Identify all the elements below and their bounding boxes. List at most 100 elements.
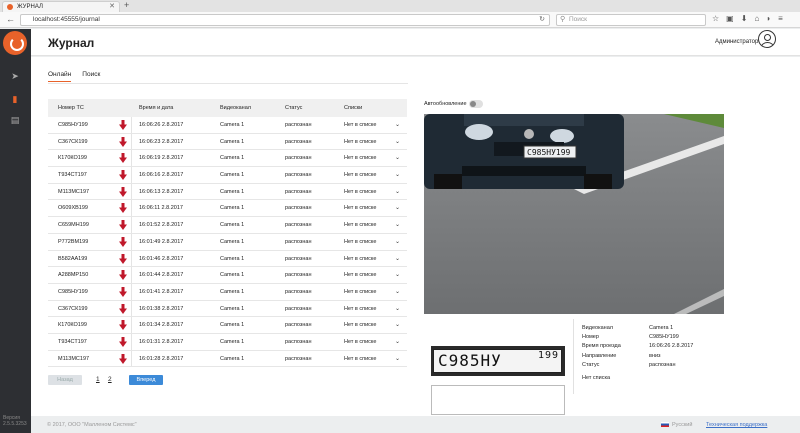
column-divider xyxy=(131,183,132,200)
cell-camera: Camera 1 xyxy=(220,305,245,312)
detail-value: распознан xyxy=(649,361,676,368)
sidebar-item-lists[interactable]: ▤ xyxy=(9,114,21,126)
menu-icon[interactable]: ≡ xyxy=(778,14,783,23)
table-row[interactable]: К170КО199 16:01:34 2.8.2017 Camera 1 распоз… xyxy=(48,317,407,334)
logo xyxy=(3,31,27,55)
cell-time: 16:06:26 2.8.2017 xyxy=(139,122,184,128)
chevron-down-icon[interactable]: ⌄ xyxy=(395,351,400,367)
cell-camera: Camera 1 xyxy=(220,172,245,179)
chevron-down-icon[interactable]: ⌄ xyxy=(395,301,400,317)
cell-status: распознан xyxy=(285,138,312,145)
next-button[interactable]: Вперед xyxy=(129,375,163,385)
user-name[interactable]: Администратор xyxy=(715,39,758,45)
table-row[interactable]: М113МС197 16:06:13 2.8.2017 Camera 1 распоз… xyxy=(48,183,407,201)
page-header: Журнал Администратор xyxy=(31,29,800,56)
footer: © 2017, ООО "Малленом Системс" Русский Т… xyxy=(31,416,800,433)
cell-status: распознан xyxy=(285,238,312,245)
cell-status: распознан xyxy=(285,322,312,329)
chevron-down-icon[interactable]: ⌄ xyxy=(395,184,400,200)
table-row[interactable]: В582АА199 16:01:46 2.8.2017 Camera 1 распоз… xyxy=(48,250,407,268)
chevron-down-icon[interactable]: ⌄ xyxy=(395,234,400,250)
table-row[interactable]: А288МР150 16:01:44 2.8.2017 Camera 1 распоз… xyxy=(48,267,407,284)
star-icon[interactable]: ☆ xyxy=(712,14,719,23)
column-lists: Списки xyxy=(344,105,363,111)
browser-tab[interactable]: ЖУРНАЛ ✕ xyxy=(2,1,120,12)
table-header: Номер ТС Время и дата Видеоканал Статус … xyxy=(48,99,407,117)
browser-search-input[interactable]: ⚲ Поиск xyxy=(556,14,706,26)
reload-icon[interactable]: ↻ xyxy=(539,15,545,25)
cell-status: распознан xyxy=(285,305,312,312)
sidebar-item-routes[interactable]: ➤ xyxy=(9,70,21,82)
cell-time: 16:01:41 2.8.2017 xyxy=(139,288,184,295)
tab-online[interactable]: Онлайн xyxy=(48,71,72,82)
cell-time: 16:01:49 2.8.2017 xyxy=(139,238,184,245)
cell-list: Нет в списке xyxy=(344,188,377,195)
chevron-down-icon[interactable]: ⌄ xyxy=(395,334,400,350)
browser-tabbar: ЖУРНАЛ ✕ + xyxy=(0,0,800,12)
table-row[interactable]: М113МС197 16:01:28 2.8.2017 Camera 1 распоз… xyxy=(48,350,407,368)
column-divider xyxy=(131,267,132,283)
chevron-down-icon[interactable]: ⌄ xyxy=(395,117,400,133)
close-tab-icon[interactable]: ✕ xyxy=(109,2,115,12)
cell-list: Нет в списке xyxy=(344,222,377,229)
user-avatar-icon[interactable] xyxy=(758,30,776,48)
address-bar[interactable]: localhost:45555/journal ↻ xyxy=(20,14,550,26)
page-link-2[interactable]: 2 xyxy=(108,375,112,385)
toolbar-icons: ☆ ▣ ⬇ ⌂ ◗ ≡ xyxy=(712,14,783,23)
chevron-down-icon[interactable]: ⌄ xyxy=(395,150,400,166)
cell-camera: Camera 1 xyxy=(220,272,245,279)
cell-time: 16:01:44 2.8.2017 xyxy=(139,272,184,279)
arrow-down-icon xyxy=(119,170,127,181)
auto-update-toggle[interactable] xyxy=(469,100,483,108)
chevron-down-icon[interactable]: ⌄ xyxy=(395,134,400,150)
sidebar-item-journal[interactable]: ▮ xyxy=(9,93,21,105)
cell-list: Нет в списке xyxy=(344,122,377,128)
cell-status: распознан xyxy=(285,172,312,179)
column-divider xyxy=(131,133,132,150)
table-row[interactable]: С659МН199 16:01:52 2.8.2017 Camera 1 распоз… xyxy=(48,217,407,234)
table-row[interactable]: К170КО199 16:06:19 2.8.2017 Camera 1 распоз… xyxy=(48,150,407,168)
cell-list: Нет в списке xyxy=(344,138,377,145)
chevron-down-icon[interactable]: ⌄ xyxy=(395,284,400,300)
language-selector[interactable]: Русский xyxy=(661,422,692,428)
chevron-down-icon[interactable]: ⌄ xyxy=(395,317,400,333)
chevron-down-icon[interactable]: ⌄ xyxy=(395,167,400,183)
column-camera: Видеоканал xyxy=(220,105,251,111)
page-link-1[interactable]: 1 xyxy=(96,375,100,385)
download-icon[interactable]: ⬇ xyxy=(741,14,748,23)
detail-label: Нет списка xyxy=(582,375,611,381)
table-row[interactable]: С985НУ199 16:01:41 2.8.2017 Camera 1 распоз… xyxy=(48,283,407,301)
chevron-down-icon[interactable]: ⌄ xyxy=(395,267,400,283)
chevron-down-icon[interactable]: ⌄ xyxy=(395,251,400,267)
table-row[interactable]: Т934СТ197 16:01:31 2.8.2017 Camera 1 распоз… xyxy=(48,333,407,351)
chevron-down-icon[interactable]: ⌄ xyxy=(395,200,400,216)
tab-search[interactable]: Поиск xyxy=(82,71,100,82)
back-icon[interactable]: ← xyxy=(6,14,15,24)
support-link[interactable]: Техническая поддержка xyxy=(706,422,767,428)
cell-plate: С985НУ199 xyxy=(58,122,88,128)
plate-image-number: С985НУ xyxy=(438,351,502,370)
arrow-down-icon xyxy=(119,136,127,147)
cell-status: распознан xyxy=(285,288,312,295)
cell-camera: Camera 1 xyxy=(220,138,245,145)
search-icon: ⚲ xyxy=(560,16,566,23)
prev-button[interactable]: Назад xyxy=(48,375,82,385)
new-tab-icon[interactable]: + xyxy=(124,0,129,11)
table-row[interactable]: С985НУ199 16:06:26 2.8.2017 Camera 1 распоз… xyxy=(48,117,407,134)
home-icon[interactable]: ⌂ xyxy=(754,14,759,23)
table-row[interactable]: О609ХВ199 16:06:11 2.8.2017 Camera 1 распоз… xyxy=(48,200,407,218)
pocket-icon[interactable]: ◗ xyxy=(766,14,771,23)
main-content: Онлайн Поиск Номер ТС Время и дата Видео… xyxy=(31,57,800,416)
table-row[interactable]: С367СК199 16:06:23 2.8.2017 Camera 1 распоз… xyxy=(48,133,407,151)
table-row[interactable]: С367СК199 16:01:38 2.8.2017 Camera 1 распоз… xyxy=(48,300,407,318)
cell-plate: К170КО199 xyxy=(58,155,87,162)
cell-list: Нет в списке xyxy=(344,272,377,279)
clipboard-icon[interactable]: ▣ xyxy=(726,14,734,23)
details-divider xyxy=(573,319,574,394)
cell-status: распознан xyxy=(285,272,312,279)
table-row[interactable]: Т934СТ197 16:06:16 2.8.2017 Camera 1 распоз… xyxy=(48,167,407,184)
chevron-down-icon[interactable]: ⌄ xyxy=(395,217,400,233)
cell-list: Нет в списке xyxy=(344,255,377,262)
table-row[interactable]: Р772ВМ199 16:01:49 2.8.2017 Camera 1 распоз… xyxy=(48,233,407,251)
cell-plate: Т934СТ197 xyxy=(58,338,87,345)
